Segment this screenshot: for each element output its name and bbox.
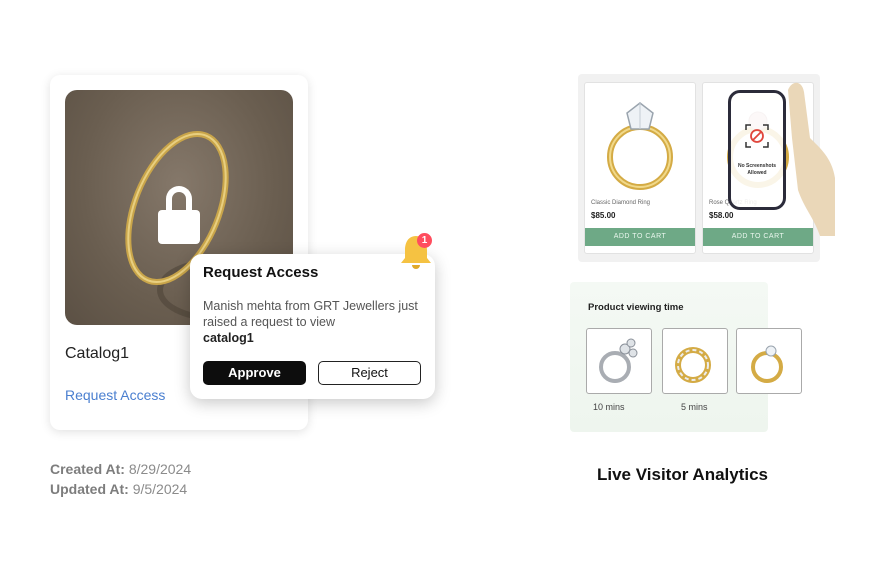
viewing-time-label: 5 mins — [681, 402, 708, 412]
request-access-popup: Request Access Manish mehta from GRT Jew… — [190, 254, 435, 399]
created-at-value: 8/29/2024 — [128, 461, 192, 477]
add-to-cart-button[interactable]: ADD TO CART — [585, 228, 695, 246]
updated-at: Updated At: 9/5/2024 — [50, 481, 187, 497]
hand-illustration — [788, 82, 835, 236]
created-at-label: Created At: — [50, 461, 125, 477]
created-at: Created At: 8/29/2024 — [50, 461, 191, 477]
request-access-link[interactable]: Request Access — [65, 387, 165, 403]
no-screenshot-icon — [745, 124, 769, 148]
analytics-heading: Live Visitor Analytics — [597, 465, 769, 484]
no-screenshots-message: No Screenshots Allowed — [737, 163, 777, 176]
product-thumbnail[interactable] — [736, 328, 802, 394]
phone-mockup: No Screenshots Allowed — [728, 90, 786, 210]
silver-ring-image — [599, 338, 638, 383]
viewing-time-panel: Product viewing time 10 mins 5 mins — [570, 282, 802, 432]
product-name: Classic Diamond Ring — [591, 200, 651, 206]
gold-band-image — [675, 347, 711, 383]
gold-diamond-ring-image — [751, 345, 783, 383]
product-price: $85.00 — [591, 211, 616, 220]
viewing-time-label: 10 mins — [593, 402, 625, 412]
reject-button[interactable]: Reject — [318, 361, 421, 385]
diamond-ring-image — [607, 102, 673, 190]
notification-badge: 1 — [417, 233, 432, 248]
popup-message-text: Manish mehta from GRT Jewellers just rai… — [203, 299, 418, 329]
popup-target-catalog: catalog1 — [203, 331, 254, 345]
approve-button[interactable]: Approve — [203, 361, 306, 385]
popup-message: Manish mehta from GRT Jewellers just rai… — [203, 298, 423, 346]
product-price: $58.00 — [709, 211, 734, 220]
catalog-title: Catalog1 — [65, 345, 130, 362]
updated-at-value: 9/5/2024 — [132, 481, 188, 497]
popup-title: Request Access — [203, 264, 319, 281]
viewing-time-title: Product viewing time — [588, 302, 684, 313]
updated-at-label: Updated At: — [50, 481, 129, 497]
product-thumbnail[interactable] — [662, 328, 728, 394]
product-card: Classic Diamond Ring $85.00 ADD TO CART — [584, 82, 696, 254]
lock-icon — [158, 210, 200, 244]
product-thumbnail[interactable] — [586, 328, 652, 394]
